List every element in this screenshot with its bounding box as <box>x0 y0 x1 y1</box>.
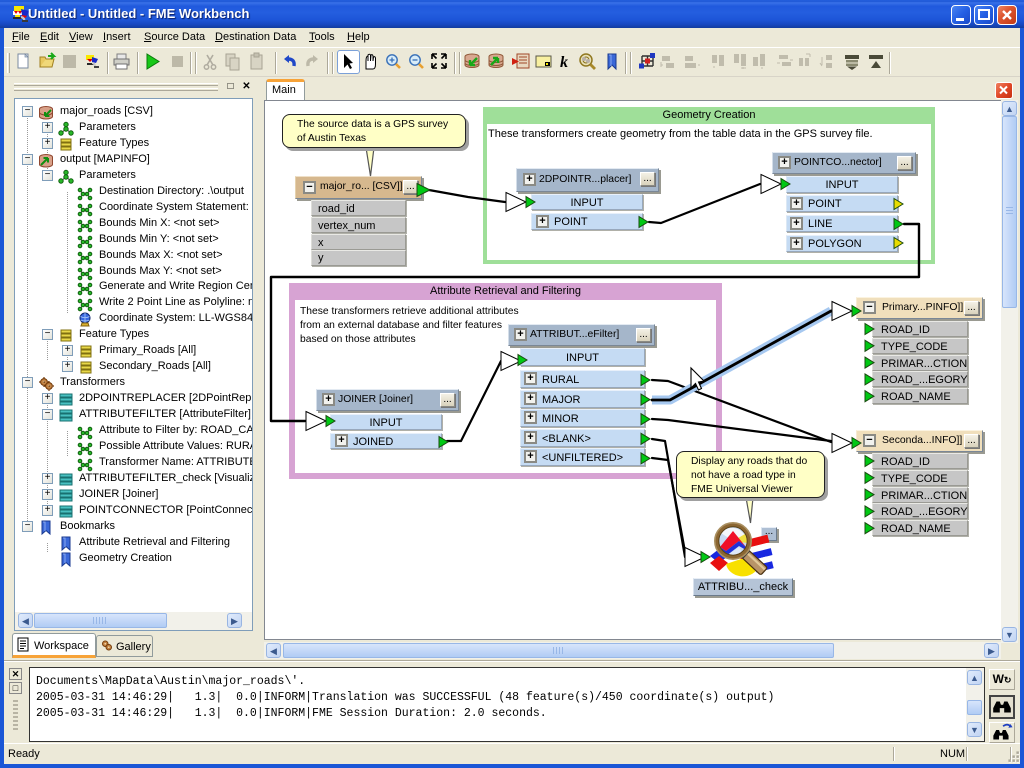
svg-text:k: k <box>560 54 568 71</box>
